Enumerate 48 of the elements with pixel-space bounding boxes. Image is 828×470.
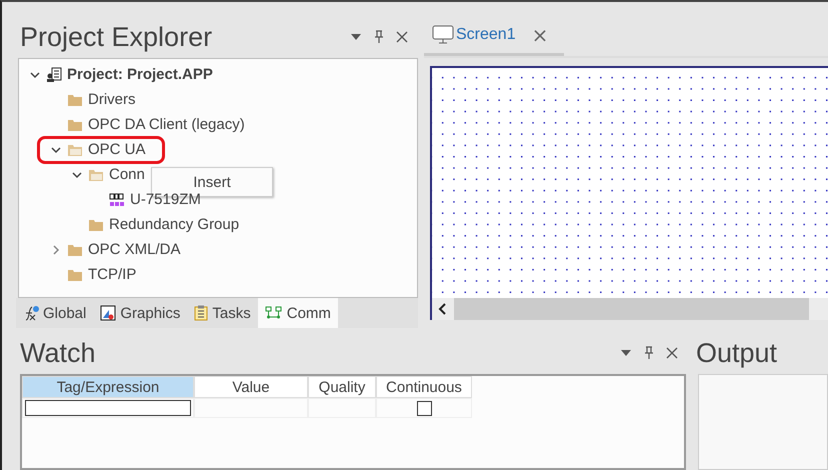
folder-icon — [67, 242, 83, 256]
panel-title: Watch — [20, 338, 96, 368]
panel-tab[interactable]: Comm — [258, 298, 338, 328]
tab-label: Screen1 — [456, 26, 516, 44]
design-canvas[interactable] — [430, 66, 828, 320]
panel-title: Output — [696, 338, 778, 368]
opc-device-icon — [109, 192, 125, 208]
project-icon — [46, 66, 62, 82]
panel-title: Project Explorer — [20, 22, 212, 52]
close-icon[interactable] — [666, 347, 678, 359]
folder-icon — [67, 268, 83, 282]
folder-icon — [67, 118, 83, 132]
tree-item[interactable]: OPC XML/DA — [88, 241, 181, 258]
network-icon — [264, 306, 283, 320]
clipboard-icon — [194, 305, 208, 321]
checkbox[interactable] — [416, 400, 432, 416]
folder-icon — [88, 218, 104, 232]
menu-item[interactable]: Insert — [193, 174, 231, 190]
document-tab[interactable]: Screen1 × — [424, 23, 564, 56]
pin-icon[interactable] — [644, 346, 654, 360]
folder-icon — [67, 142, 83, 156]
tree-item[interactable]: OPC UA — [88, 141, 146, 158]
pin-icon[interactable] — [374, 30, 384, 44]
tree-item[interactable]: Redundancy Group — [109, 216, 240, 233]
tree-item[interactable]: Drivers — [88, 91, 136, 108]
monitor-icon — [432, 25, 454, 45]
dropdown-icon[interactable] — [350, 33, 362, 41]
column-header[interactable]: Tag/Expression — [22, 376, 194, 398]
column-header[interactable]: Continuous — [376, 376, 472, 398]
graphics-icon — [100, 305, 116, 321]
column-header[interactable]: Value — [194, 376, 308, 398]
folder-icon — [88, 168, 104, 182]
close-icon[interactable] — [396, 31, 408, 43]
column-header[interactable]: Quality — [308, 376, 376, 398]
tree-item[interactable]: TCP/IP — [88, 266, 136, 283]
tree-item[interactable]: Project: Project.APP — [67, 66, 213, 83]
horizontal-scrollbar[interactable] — [432, 298, 828, 320]
function-icon — [23, 305, 39, 321]
tree-item[interactable]: U-7519ZM — [130, 191, 201, 208]
dropdown-icon[interactable] — [620, 349, 632, 357]
panel-tab[interactable]: Graphics — [93, 298, 188, 328]
panel-tab[interactable]: Global — [16, 298, 94, 328]
panel-tab[interactable]: Tasks — [187, 298, 258, 328]
tab-close-button[interactable]: × — [532, 23, 548, 47]
folder-icon — [67, 92, 83, 106]
tree-item[interactable]: OPC DA Client (legacy) — [88, 116, 245, 133]
tree-item[interactable]: Conn — [109, 166, 145, 183]
input-field[interactable] — [25, 400, 191, 416]
